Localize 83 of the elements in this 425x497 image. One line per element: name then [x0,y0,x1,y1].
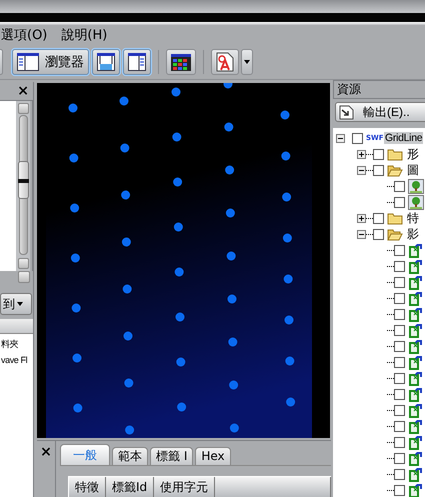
folder-icon [387,146,403,162]
checkbox[interactable] [373,164,384,176]
tab[interactable]: 標籤 I [150,447,194,465]
movie-clip-icon [408,258,424,274]
movie-clip-icon [408,274,424,290]
layout-button[interactable] [92,49,120,75]
checkbox[interactable] [394,420,405,432]
tree-item-label[interactable]: 形 [407,146,419,162]
tree-item-label[interactable]: 特 [407,210,419,226]
movie-clip-icon [408,386,424,402]
movie-clip-icon [408,450,424,466]
checkbox[interactable] [394,388,405,400]
movie-clip-icon [408,434,424,450]
checkbox[interactable] [394,484,405,496]
checkbox[interactable] [394,324,405,336]
checkbox[interactable] [394,356,405,368]
checkbox[interactable] [394,292,405,304]
expand-icon[interactable] [357,214,366,222]
menu-item[interactable]: 說明(H) [61,26,108,44]
export-icon [339,104,355,120]
move-button[interactable]: 到 [0,293,32,315]
collapse-icon[interactable] [357,230,366,238]
close-button[interactable]: × [40,445,52,497]
movie-clip-icon [408,418,424,434]
dropdown-button[interactable] [241,49,253,75]
color-grid-button[interactable] [166,49,196,75]
expand-icon[interactable] [357,150,366,158]
movie-clip-icon [408,290,424,306]
list-item[interactable]: 料夾 [1,336,18,352]
scroll-right-button[interactable] [18,271,30,283]
checkbox[interactable] [352,132,363,144]
open-folder-icon [387,162,403,178]
tree-item-label[interactable]: 圖 [407,162,419,178]
checkbox[interactable] [373,228,384,240]
vertical-scrollbar[interactable] [16,101,30,271]
browser-button[interactable]: 瀏覽器 [12,49,89,75]
tab[interactable]: 範本 [112,447,148,465]
movie-clip-icon [408,242,424,258]
checkbox[interactable] [394,468,405,480]
checkbox[interactable] [394,436,405,448]
menu-item[interactable]: 選項(O) [1,26,48,44]
movie-clip-icon [408,482,424,497]
movie-clip-icon [408,402,424,418]
tree-image-icon [408,194,424,210]
panel-title: 資源 [333,80,425,99]
column-header[interactable]: 使用字元 [154,477,216,497]
checkbox[interactable] [394,340,405,352]
movie-clip-icon [408,306,424,322]
movie-clip-icon [408,466,424,482]
movie-clip-icon [408,354,424,370]
collapse-icon[interactable] [357,166,366,174]
panel-button[interactable] [123,49,151,75]
movie-clip-icon [408,370,424,386]
checkbox[interactable] [394,244,405,256]
checkbox[interactable] [394,260,405,272]
export-button[interactable]: 輸出(E).. [335,102,425,122]
tab[interactable]: Hex [195,447,231,465]
column-header[interactable]: 標籤Id [106,477,154,497]
window-layout-icon [17,53,39,71]
tab[interactable]: 一般 [60,444,110,465]
checkbox[interactable] [394,404,405,416]
checkbox[interactable] [373,212,384,224]
checkbox[interactable] [394,180,405,192]
checkbox[interactable] [394,276,405,288]
caret-icon [17,302,23,306]
movie-clip-icon [408,338,424,354]
checkbox[interactable] [394,196,405,208]
open-folder-icon [387,226,403,242]
folder-icon [387,210,403,226]
list-item[interactable]: vave Fl [1,352,28,368]
checkbox[interactable] [394,372,405,384]
collapse-icon[interactable] [336,134,345,142]
column-header[interactable]: 特徵 [69,477,106,497]
checkbox[interactable] [394,452,405,464]
checkbox[interactable] [373,148,384,160]
tree-image-icon [408,178,424,194]
caret-icon [244,60,250,64]
movie-clip-icon [408,322,424,338]
font-button[interactable] [211,49,239,75]
tree-item-label[interactable]: GridLine [384,132,424,144]
checkbox[interactable] [394,308,405,320]
close-button[interactable]: × [17,84,29,98]
tree-item-label[interactable]: 影 [407,226,419,242]
